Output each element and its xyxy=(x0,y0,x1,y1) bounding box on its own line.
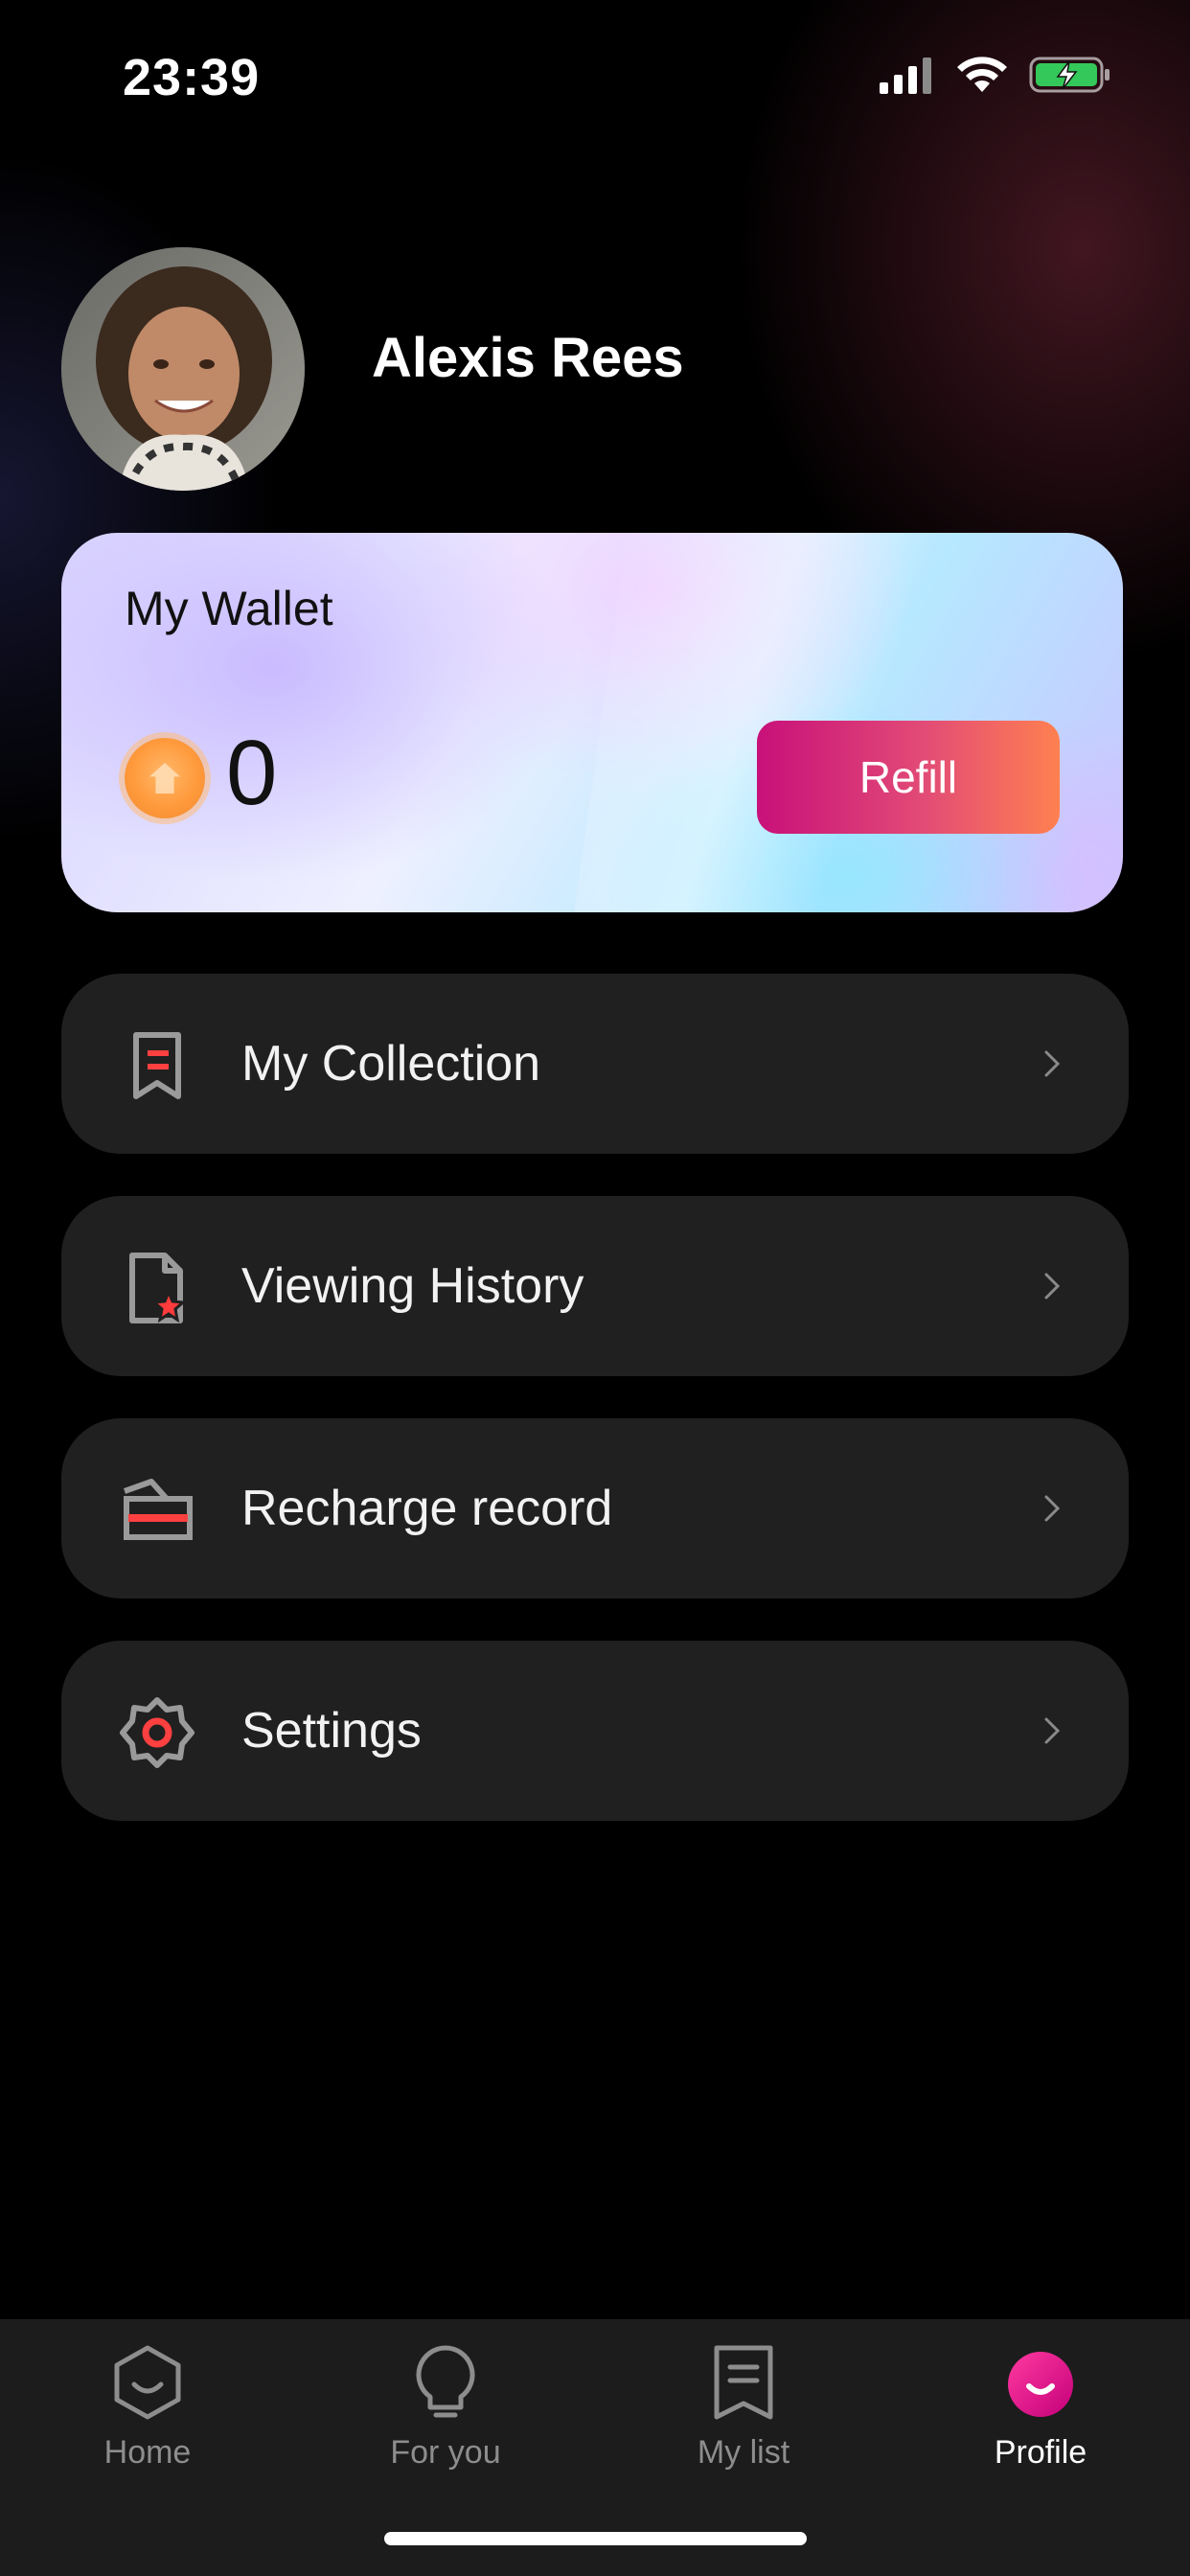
menu-label: Settings xyxy=(241,1703,422,1759)
wallet-balance: 0 xyxy=(226,722,278,824)
menu-item-settings[interactable]: Settings xyxy=(61,1641,1129,1821)
user-name: Alexis Rees xyxy=(372,327,684,389)
status-time: 23:39 xyxy=(123,49,261,106)
menu-label: Viewing History xyxy=(241,1258,584,1314)
chevron-right-icon xyxy=(1044,1717,1061,1744)
profile-smile-icon xyxy=(1008,2352,1073,2417)
tab-label: For you xyxy=(390,2434,501,2471)
menu-label: My Collection xyxy=(241,1036,541,1092)
bookmark-icon xyxy=(133,1032,181,1099)
avatar[interactable] xyxy=(61,247,305,491)
tab-profile[interactable]: Profile xyxy=(926,2336,1156,2480)
wifi-icon xyxy=(957,57,1007,92)
tab-label: Home xyxy=(103,2434,192,2471)
tab-label: My list xyxy=(697,2434,790,2471)
list-bookmark-icon xyxy=(714,2345,773,2420)
coin-icon xyxy=(125,738,205,818)
gear-icon xyxy=(120,1697,195,1768)
recharge-card-icon xyxy=(123,1479,193,1540)
menu-item-viewing-history[interactable]: Viewing History xyxy=(61,1196,1129,1376)
tab-home[interactable]: Home xyxy=(33,2336,263,2480)
battery-charging-icon xyxy=(1029,57,1110,93)
chevron-right-icon xyxy=(1044,1495,1061,1522)
home-icon xyxy=(114,2345,181,2420)
lightbulb-icon xyxy=(416,2345,475,2418)
tab-for-you[interactable]: For you xyxy=(331,2336,561,2480)
status-icons xyxy=(878,56,1111,94)
home-indicator[interactable] xyxy=(384,2532,807,2545)
tab-my-list[interactable]: My list xyxy=(629,2336,858,2480)
menu-item-recharge-record[interactable]: Recharge record xyxy=(61,1418,1129,1598)
wallet-title: My Wallet xyxy=(125,582,333,635)
chevron-right-icon xyxy=(1044,1050,1061,1077)
chevron-right-icon xyxy=(1044,1273,1061,1300)
status-bar: 23:39 xyxy=(0,0,1190,153)
refill-button[interactable]: Refill xyxy=(757,721,1060,834)
history-document-icon xyxy=(129,1253,187,1323)
tab-label: Profile xyxy=(994,2434,1087,2471)
wallet-card: My Wallet 0 Refill xyxy=(61,533,1123,912)
menu-label: Recharge record xyxy=(241,1481,613,1536)
avatar-photo xyxy=(61,247,305,491)
menu-item-my-collection[interactable]: My Collection xyxy=(61,974,1129,1154)
cellular-signal-icon xyxy=(880,58,931,94)
